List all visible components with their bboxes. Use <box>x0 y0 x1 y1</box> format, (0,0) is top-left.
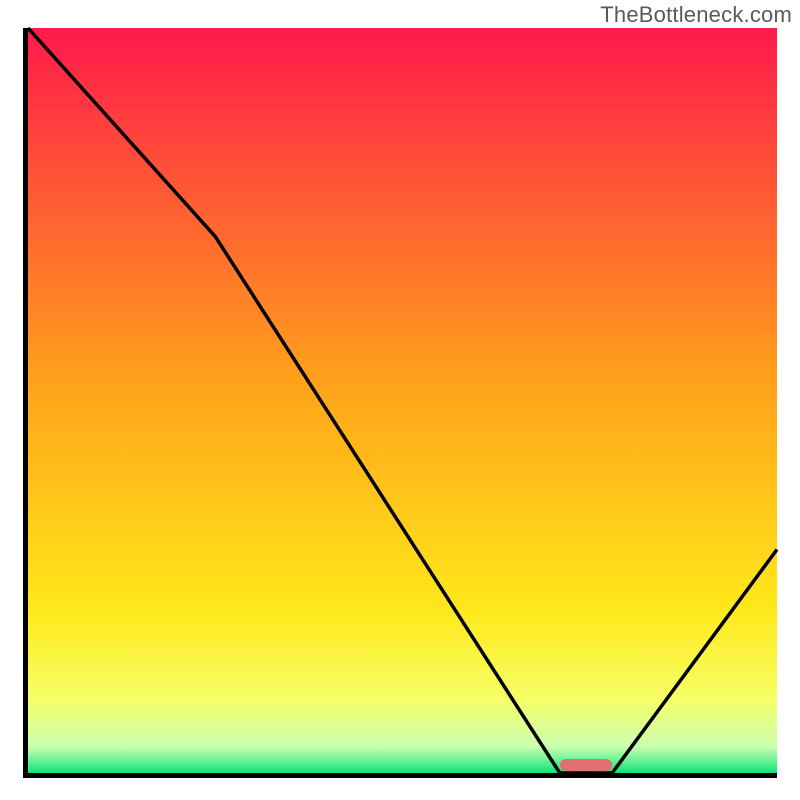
chart-container: TheBottleneck.com <box>0 0 800 800</box>
optimal-region-marker <box>560 759 612 771</box>
plot-frame <box>23 28 777 778</box>
bottleneck-curve <box>28 28 777 773</box>
watermark-text: TheBottleneck.com <box>600 2 792 28</box>
